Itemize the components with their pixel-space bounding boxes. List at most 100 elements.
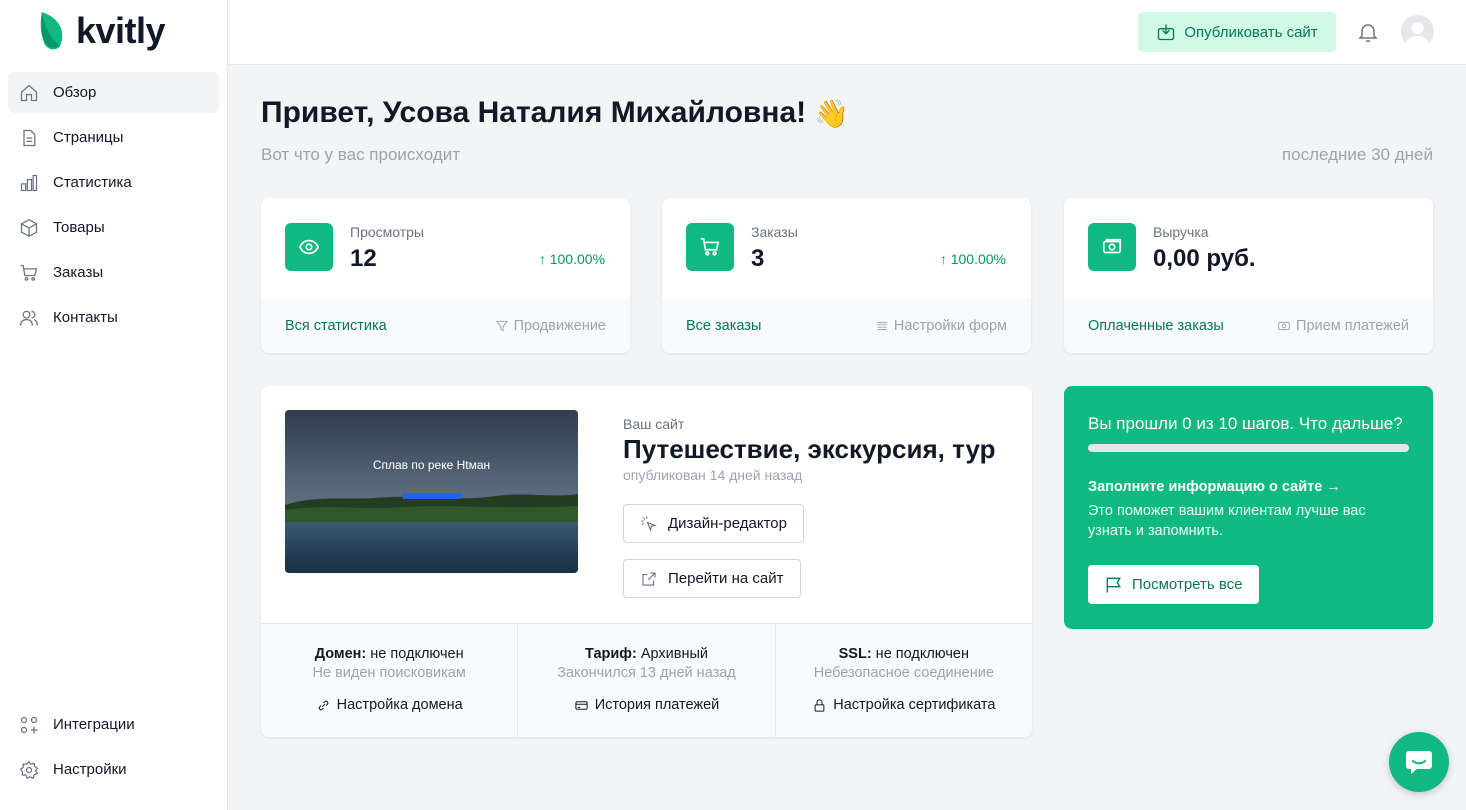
stat-card-revenue: Выручка 0,00 руб. Оплаченные заказы Прие… (1064, 198, 1433, 353)
sidebar-item-contacts[interactable]: Контакты (8, 297, 219, 338)
sidebar-item-pages[interactable]: Страницы (8, 117, 219, 158)
steps-description: Это поможет вашим клиентам лучше вас узн… (1088, 503, 1366, 539)
sidebar-item-settings[interactable]: Настройки (8, 749, 219, 790)
sidebar-item-label: Контакты (53, 309, 118, 326)
cart-icon (20, 264, 38, 281)
ssl-column: SSL: не подключен Небезопасное соединени… (776, 624, 1032, 737)
cursor-click-icon (641, 516, 657, 532)
topbar: Опубликовать сайт (228, 0, 1466, 65)
plan-value: Архивный (636, 646, 709, 662)
domain-key: Домен: (314, 646, 367, 662)
sidebar-item-label: Интеграции (53, 716, 135, 733)
ssl-value: не подключен (871, 646, 969, 662)
visit-site-label: Перейти на сайт (668, 570, 784, 587)
sidebar-nav: Обзор Страницы Статистика Товары Заказы … (8, 72, 219, 342)
payment-history-link[interactable]: История платежей (574, 697, 720, 713)
lock-icon (814, 698, 825, 712)
stat-card-views: Просмотры 12 ↑ 100.00% Вся статистика Пр… (261, 198, 630, 353)
site-thumbnail[interactable]: Сплав по реке Htман (285, 410, 578, 573)
credit-card-icon (575, 700, 588, 710)
design-editor-button[interactable]: Дизайн-редактор (623, 504, 804, 543)
paid-orders-link[interactable]: Оплаченные заказы (1088, 318, 1224, 334)
promotion-label: Продвижение (513, 318, 606, 334)
sidebar-bottom-nav: Интеграции Настройки (8, 704, 219, 794)
plan-column: Тариф: Архивный Закончился 13 дней назад… (518, 624, 776, 737)
fill-site-info-link[interactable]: Заполните информацию о сайте → (1088, 479, 1341, 495)
site-kicker: Ваш сайт (623, 416, 685, 432)
design-editor-label: Дизайн-редактор (668, 515, 787, 532)
sidebar-item-label: Заказы (53, 264, 104, 281)
cash-icon (1088, 223, 1136, 271)
logo-text: kvitly (76, 10, 166, 51)
certificate-settings-link[interactable]: Настройка сертификата (812, 697, 995, 713)
form-settings-link[interactable]: Настройки форм (875, 318, 1007, 334)
site-card: Сплав по реке Htман Ваш сайт Путешествие… (261, 386, 1032, 737)
page-subtitle: Вот что у вас происходит (261, 145, 461, 164)
page-title: Привет, Усова Наталия Михайловна! 👋 (261, 96, 849, 130)
steps-progress-bar (1088, 444, 1409, 452)
steps-title: Вы прошли 0 из 10 шагов. Что дальше? (1088, 414, 1403, 433)
sidebar-item-overview[interactable]: Обзор (8, 72, 219, 113)
users-icon (20, 310, 38, 326)
stat-label: Просмотры (350, 224, 424, 240)
publish-icon (1158, 24, 1175, 41)
promotion-link[interactable]: Продвижение (495, 318, 606, 334)
publish-site-button[interactable]: Опубликовать сайт (1138, 12, 1336, 52)
document-icon (23, 129, 36, 146)
stat-footer: Все заказы Настройки форм (662, 299, 1031, 353)
sidebar-item-statistics[interactable]: Статистика (8, 162, 219, 203)
sidebar-item-label: Товары (53, 219, 105, 236)
site-footer: Домен: не подключен Не виден поисковикам… (261, 623, 1032, 737)
ssl-note: Небезопасное соединение (813, 665, 994, 681)
ssl-status: SSL: не подключен (776, 646, 1032, 662)
domain-note: Не виден поисковикам (312, 665, 466, 681)
plan-key: Тариф: (584, 646, 637, 662)
stat-card-orders: Заказы 3 ↑ 100.00% Все заказы Настройки … (662, 198, 1031, 353)
user-avatar-icon (1405, 22, 1430, 48)
publish-label: Опубликовать сайт (1184, 23, 1318, 41)
domain-status: Домен: не подключен (261, 646, 517, 662)
all-orders-link[interactable]: Все заказы (686, 318, 761, 334)
leaf-logo-icon (40, 12, 63, 50)
domain-settings-link[interactable]: Настройка домена (316, 697, 463, 713)
eye-icon (285, 223, 333, 271)
plan-status: Тариф: Архивный (518, 646, 774, 662)
sidebar-item-integrations[interactable]: Интеграции (8, 704, 219, 745)
logo[interactable]: kvitly (38, 10, 166, 52)
wave-emoji: 👋 (814, 97, 850, 129)
visit-site-button[interactable]: Перейти на сайт (623, 559, 801, 598)
sidebar-item-label: Страницы (53, 129, 124, 146)
onboarding-steps-card: Вы прошли 0 из 10 шагов. Что дальше? Зап… (1064, 386, 1433, 629)
period-label: последние 30 дней (1281, 145, 1433, 164)
sidebar-item-orders[interactable]: Заказы (8, 252, 219, 293)
gear-icon (19, 760, 39, 779)
payment-acceptance-link[interactable]: Прием платежей (1277, 318, 1409, 334)
stat-footer: Вся статистика Продвижение (261, 299, 630, 353)
sidebar-item-label: Обзор (53, 84, 97, 101)
site-preview-image (285, 410, 578, 573)
sidebar: kvitly Обзор Страницы Статистика Товары … (0, 0, 228, 810)
bar-chart-icon (20, 174, 38, 191)
all-statistics-link[interactable]: Вся статистика (285, 318, 387, 334)
stat-change: ↑ 100.00% (939, 251, 1006, 267)
list-icon (877, 322, 887, 330)
chat-icon (1406, 751, 1432, 774)
payment-history-label: История платежей (594, 697, 720, 713)
cash-icon (1278, 322, 1290, 330)
view-all-label: Посмотреть все (1132, 576, 1243, 593)
sidebar-item-products[interactable]: Товары (8, 207, 219, 248)
stat-value: 3 (751, 245, 765, 272)
chat-widget-button[interactable] (1389, 732, 1449, 792)
site-preview-title: Сплав по реке Htман (372, 458, 491, 472)
ssl-key: SSL: (838, 646, 872, 662)
payment-acceptance-label: Прием платежей (1296, 318, 1409, 334)
funnel-icon (495, 320, 508, 332)
form-settings-label: Настройки форм (893, 318, 1007, 334)
stat-value: 0,00 руб. (1153, 245, 1256, 272)
bell-icon[interactable] (1356, 20, 1380, 44)
site-published: опубликован 14 дней назад (623, 467, 803, 483)
view-all-steps-button[interactable]: Посмотреть все (1088, 565, 1259, 604)
site-info: Ваш сайт Путешествие, экскурсия, тур опу… (623, 416, 995, 483)
integrations-icon (20, 716, 38, 733)
avatar[interactable] (1401, 15, 1434, 48)
